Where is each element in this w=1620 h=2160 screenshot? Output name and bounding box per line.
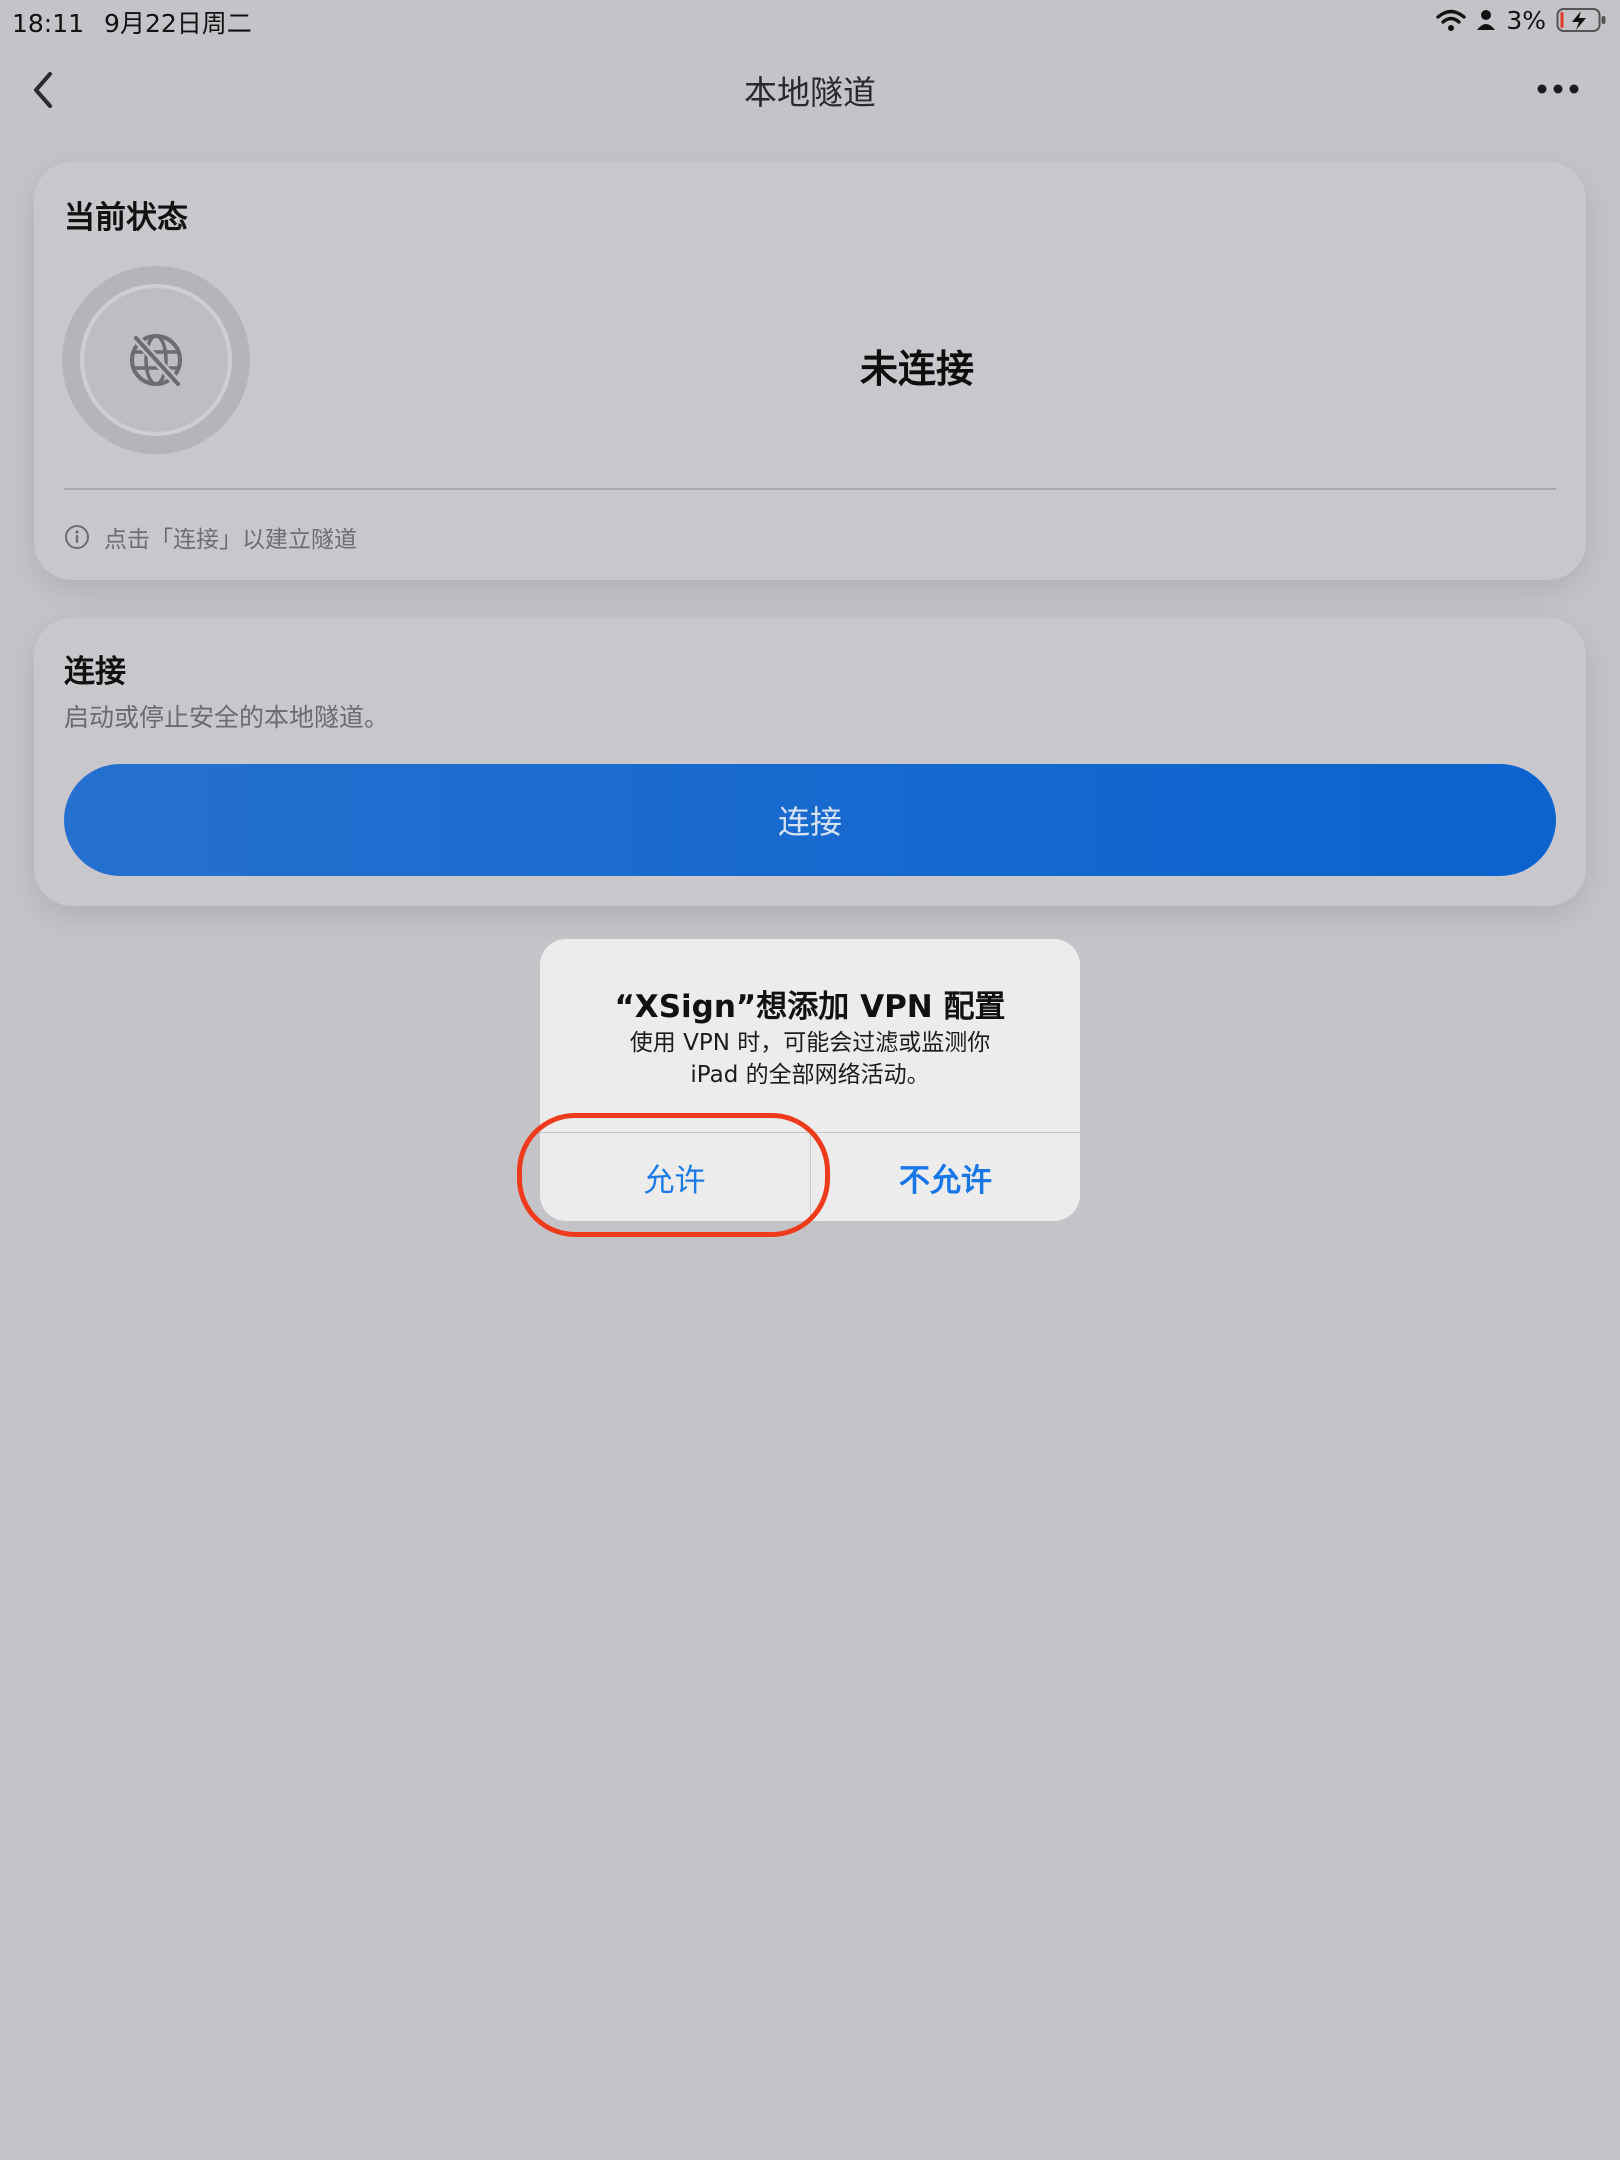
battery-percent: 3%: [1506, 5, 1546, 35]
divider: [64, 488, 1556, 490]
status-indicator: [62, 266, 250, 454]
highlight-annotation: [517, 1113, 830, 1237]
info-icon: [65, 525, 89, 549]
status-date: 9月22日周二: [104, 9, 252, 38]
status-card: 当前状态 未连接 点击「连接」以建立隧道: [34, 162, 1586, 580]
hint-row: 点击「连接」以建立隧道: [64, 520, 357, 554]
connect-button-label: 连接: [777, 803, 842, 841]
connect-card-subtitle: 启动或停止安全的本地隧道。: [64, 703, 390, 732]
connect-card-title: 连接: [64, 654, 126, 690]
status-bar: 18:11 9月22日周二 3%: [0, 0, 1620, 40]
connect-button[interactable]: 连接: [64, 764, 1556, 876]
connection-status-text: 未连接: [860, 347, 975, 391]
ellipsis-icon[interactable]: [1536, 74, 1580, 104]
page-title: 本地隧道: [744, 73, 876, 112]
alert-message-line: 使用 VPN 时，可能会过滤或监测你: [629, 1030, 991, 1056]
battery-charging-icon: [1556, 8, 1606, 32]
status-time: 18:11: [12, 9, 85, 38]
alert-message-line: iPad 的全部网络活动。: [690, 1062, 930, 1088]
alert-title: “XSign”想添加 VPN 配置: [614, 989, 1006, 1025]
globe-slash-icon: [130, 334, 182, 388]
connect-card: 连接 启动或停止安全的本地隧道。 连接: [34, 618, 1586, 906]
hint-text: 点击「连接」以建立隧道: [104, 527, 357, 553]
deny-button[interactable]: 不允许: [811, 1133, 1080, 1221]
deny-button-label: 不允许: [899, 1162, 992, 1199]
status-card-title: 当前状态: [64, 200, 188, 236]
status-indicators: 3%: [1436, 4, 1608, 36]
wifi-icon: [1436, 9, 1467, 31]
status-time-date: 18:11 9月22日周二: [12, 4, 252, 40]
person-icon: [1477, 10, 1496, 30]
alert-message: 使用 VPN 时，可能会过滤或监测你 iPad 的全部网络活动。: [570, 1027, 1050, 1091]
